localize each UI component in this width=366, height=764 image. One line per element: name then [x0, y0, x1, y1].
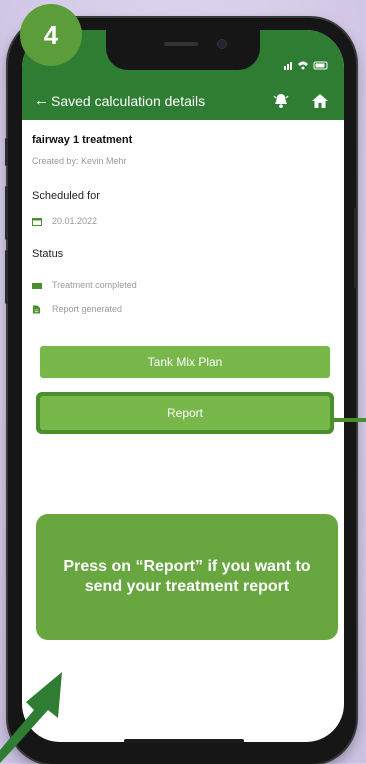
home-icon[interactable] — [311, 92, 329, 110]
arrow-left-icon[interactable]: ← — [34, 92, 49, 109]
camera — [218, 40, 226, 48]
speaker — [164, 42, 198, 46]
report-highlight: Report — [36, 392, 334, 434]
volume-down-button — [5, 250, 8, 304]
step-badge: 4 — [20, 4, 82, 66]
power-button — [354, 208, 357, 288]
volume-up-button — [5, 186, 8, 240]
tank-mix-plan-button[interactable]: Tank Mix Plan — [40, 346, 330, 378]
status-treatment: Treatment completed — [52, 280, 137, 290]
notch — [106, 30, 260, 70]
scheduled-date: 20.01.2022 — [52, 216, 98, 226]
title-row: ← Saved calculation details — [34, 92, 334, 114]
instruction-callout: Press on “Report” if you want to send yo… — [36, 514, 338, 640]
status-label: Status — [32, 248, 64, 260]
callout-text: Press on “Report” if you want to send yo… — [63, 558, 311, 595]
callout-connector — [334, 418, 366, 422]
truck-icon — [32, 283, 42, 289]
calculation-name: fairway 1 treatment — [32, 134, 133, 146]
status-bar-icons — [284, 60, 330, 73]
page-title: Saved calculation details — [51, 93, 206, 109]
bell-icon[interactable] — [272, 92, 290, 110]
home-indicator — [124, 739, 244, 743]
pointer-arrow-icon — [0, 672, 62, 763]
status-report: Report generated — [52, 304, 123, 314]
document-icon — [32, 305, 41, 314]
mute-switch — [5, 138, 8, 166]
report-button[interactable]: Report — [40, 396, 330, 430]
signal-wifi-battery-icon — [284, 61, 328, 70]
calendar-icon — [32, 218, 42, 226]
created-by: Created by: Kevin Mehr — [32, 156, 127, 166]
scheduled-label: Scheduled for — [32, 190, 100, 202]
